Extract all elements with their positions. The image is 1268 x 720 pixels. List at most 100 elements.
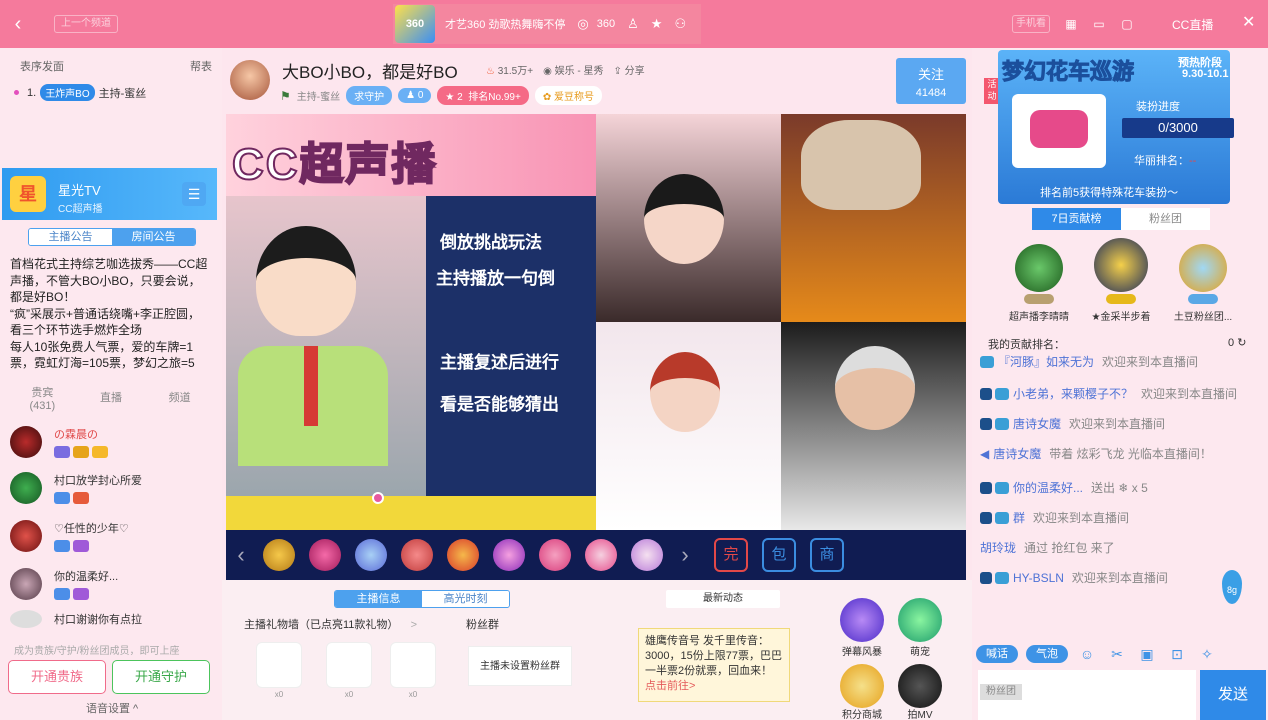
back-icon[interactable]: ‹ bbox=[8, 12, 28, 36]
voice-settings[interactable]: 语音设置 ^ bbox=[86, 700, 138, 716]
progress-label: 装扮进度 bbox=[1136, 101, 1180, 113]
list-item[interactable]: 村口谢谢你有点拉 bbox=[10, 608, 210, 630]
love-title[interactable]: ✿ 爱豆称号 bbox=[534, 86, 602, 105]
camera-feed[interactable] bbox=[596, 322, 781, 530]
gift-kiss-icon[interactable] bbox=[585, 539, 617, 571]
grid-icon[interactable]: ▦ bbox=[1062, 15, 1080, 33]
tab-room-notice[interactable]: 房间公告 bbox=[112, 229, 195, 245]
progress-strip[interactable] bbox=[226, 492, 596, 530]
rank-badge[interactable]: ★ 2 排名No.99+ bbox=[437, 86, 529, 105]
event-banner[interactable]: 梦幻花车巡游 预热阶段 9.30-10.1 装扮进度 0/3000 华丽排名：-… bbox=[998, 50, 1234, 204]
list-item[interactable]: 村口放学封心所爱 bbox=[10, 468, 210, 508]
tab-host-info[interactable]: 主播信息 bbox=[335, 591, 422, 607]
top-contributor[interactable]: 土豆粉丝团... bbox=[1168, 244, 1238, 323]
send-button[interactable]: 发送 bbox=[1200, 670, 1266, 720]
minimize-window-icon[interactable]: ▭ bbox=[1090, 15, 1108, 33]
gift-box-icon[interactable] bbox=[309, 539, 341, 571]
chat-input[interactable]: 粉丝团 bbox=[978, 670, 1196, 720]
fullscreen-icon[interactable]: ▢ bbox=[1118, 15, 1136, 33]
event-title: 梦幻花车巡游 bbox=[1001, 59, 1135, 85]
channel-card[interactable]: 星 星光TV CC超声播 ☰ bbox=[2, 168, 217, 220]
list-item[interactable]: の霖晨の bbox=[10, 422, 210, 462]
category-link[interactable]: ◉ 娱乐 - 星秀 bbox=[543, 62, 603, 77]
mv-icon[interactable] bbox=[898, 664, 942, 708]
bubble-button[interactable]: 气泡 bbox=[1026, 645, 1068, 663]
gift-love-icon[interactable] bbox=[539, 539, 571, 571]
lock-icon[interactable]: ⊡ bbox=[1166, 646, 1188, 663]
person-icon[interactable]: ♙ bbox=[627, 16, 639, 32]
gift-bubble-icon[interactable] bbox=[631, 539, 663, 571]
gift-heart-icon[interactable] bbox=[493, 539, 525, 571]
star-icon[interactable]: ★ bbox=[651, 16, 663, 32]
shop-icon[interactable]: 商 bbox=[810, 538, 844, 572]
channel-logo-icon: 星 bbox=[10, 176, 46, 212]
follow-button[interactable]: 关注 41484 bbox=[896, 58, 966, 104]
rule-line: 看是否能够猜出 bbox=[440, 395, 559, 414]
image-icon[interactable]: ▣ bbox=[1136, 646, 1158, 663]
tab-guest[interactable]: 贵宾 (431) bbox=[8, 384, 77, 416]
group-icon[interactable]: ⚇ bbox=[674, 16, 686, 32]
list-item[interactable]: 你的温柔好... bbox=[10, 564, 210, 604]
wall-gift[interactable] bbox=[326, 642, 372, 688]
share-button[interactable]: ⇪ 分享 bbox=[613, 62, 644, 77]
popularity: 31.5万+ bbox=[497, 66, 534, 77]
gift-rocket-icon[interactable] bbox=[401, 539, 433, 571]
host-info-panel: 主播信息 高光时刻 主播礼物墙（已点亮11款礼物） > 粉丝群 x0 x0 x0… bbox=[222, 580, 972, 720]
tab-host-notice[interactable]: 主播公告 bbox=[29, 229, 112, 245]
fan-club-tag[interactable]: 粉丝团 bbox=[980, 684, 1022, 700]
gift-rabbit-icon[interactable] bbox=[355, 539, 387, 571]
tab-highlights[interactable]: 高光时刻 bbox=[422, 591, 509, 607]
dynamics-card[interactable]: 雄鹰传音号 发千里传音：3000，15份上限77票，巴巴一半票2份就票，回血来！… bbox=[638, 628, 790, 702]
phone-watch-button[interactable]: 手机看 bbox=[1012, 15, 1050, 33]
wall-gift[interactable] bbox=[390, 642, 436, 688]
camera-feed[interactable] bbox=[596, 114, 781, 322]
wall-gift[interactable] bbox=[256, 642, 302, 688]
gift-wall-title[interactable]: 主播礼物墙（已点亮11款礼物） > bbox=[244, 616, 417, 632]
show-card[interactable]: 360 才艺360 劲歌热舞嗨不停 ◎ 360 ♙ ★ ⚇ bbox=[393, 4, 701, 44]
video-player[interactable]: CC超声播 倒放挑战玩法 主持播放一句倒 主播复述后进行 看是否能够猜出 bbox=[226, 114, 966, 530]
points-mall-icon[interactable] bbox=[840, 664, 884, 708]
progress-knob[interactable] bbox=[372, 492, 384, 504]
fan-rank-row[interactable]: 1. 王炸声BO 主持-蜜丝 bbox=[14, 84, 146, 101]
open-guard-button[interactable]: 开通守护 bbox=[112, 660, 210, 694]
gift-prev-button[interactable]: ‹ bbox=[226, 542, 256, 568]
tab-channel[interactable]: 频道 bbox=[145, 384, 214, 416]
chat-message: 唐诗女魔 欢迎来到本直播间 bbox=[980, 414, 1260, 434]
top-contributor[interactable]: ★金采半步着 bbox=[1086, 238, 1156, 323]
guard-button[interactable]: 求守护 bbox=[346, 86, 393, 105]
host-avatar[interactable] bbox=[230, 60, 270, 100]
tab-fan-club[interactable]: 粉丝团 bbox=[1121, 208, 1210, 230]
top-contributor[interactable]: 超声播李晴晴 bbox=[1004, 244, 1074, 323]
close-icon[interactable]: ✕ bbox=[1242, 12, 1255, 32]
gift-count: x0 bbox=[274, 690, 284, 699]
open-noble-button[interactable]: 开通贵族 bbox=[8, 660, 106, 694]
menu-icon[interactable]: ☰ bbox=[182, 182, 206, 206]
guest-name: 村口放学封心所爱 bbox=[54, 475, 142, 487]
tab-weekly[interactable]: 7日贡献榜 bbox=[1032, 208, 1121, 230]
badge-icon[interactable]: ✧ bbox=[1196, 646, 1218, 663]
shout-button[interactable]: 喊话 bbox=[976, 645, 1018, 663]
bag-icon[interactable]: 包 bbox=[762, 538, 796, 572]
list-item[interactable]: ♡任性的少年♡ bbox=[10, 516, 210, 556]
gift-next-button[interactable]: › bbox=[670, 542, 700, 568]
camera-feed[interactable] bbox=[781, 322, 966, 530]
show-count: 360 bbox=[596, 18, 616, 30]
emoji-icon[interactable]: ☺ bbox=[1076, 646, 1098, 662]
camera-feed[interactable] bbox=[781, 114, 966, 322]
dynamics-link[interactable]: 点击前往> bbox=[645, 680, 695, 692]
avatar bbox=[10, 426, 42, 458]
eye-icon: ◎ bbox=[577, 16, 589, 31]
fans-count[interactable]: ♟ 0 bbox=[398, 88, 432, 103]
chat-list[interactable]: 『河豚』如来无为 欢迎来到本直播间 小老弟，来颗樱子不？ 欢迎来到本直播间 唐诗女魔… bbox=[980, 352, 1260, 634]
barrage-storm-icon[interactable] bbox=[840, 598, 884, 642]
gift-mooncake-icon[interactable] bbox=[263, 539, 295, 571]
tab-live[interactable]: 直播 bbox=[77, 384, 146, 416]
prev-channel-button[interactable]: 上一个频道 bbox=[54, 15, 118, 33]
complete-icon[interactable]: 完 bbox=[714, 538, 748, 572]
help-link[interactable]: 帮表 bbox=[190, 58, 212, 74]
gift-lantern-icon[interactable] bbox=[447, 539, 479, 571]
chat-message: 你的温柔好... 送出 ❄ x 5 bbox=[980, 478, 1260, 498]
info-tabs: 主播信息 高光时刻 bbox=[334, 590, 510, 608]
pet-icon[interactable] bbox=[898, 598, 942, 642]
scissors-icon[interactable]: ✂ bbox=[1106, 646, 1128, 663]
